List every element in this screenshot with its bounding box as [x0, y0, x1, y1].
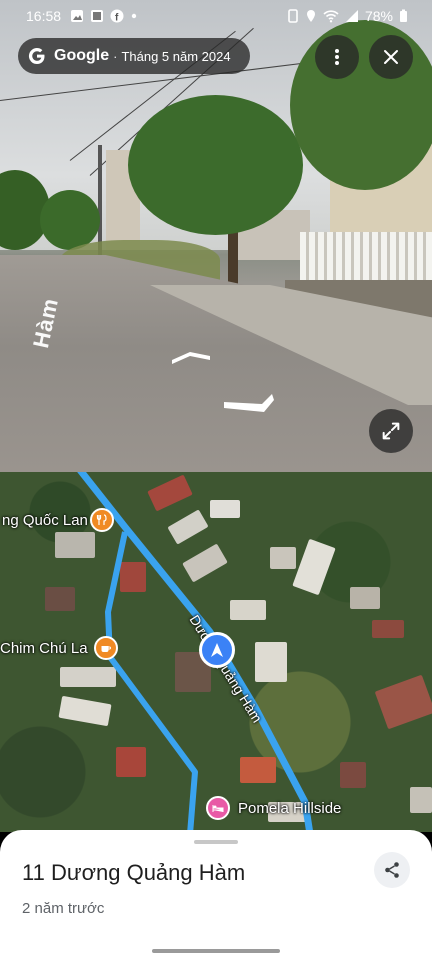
- facebook-icon: f: [110, 9, 124, 23]
- poi-label[interactable]: ng Quốc Lan: [2, 512, 88, 529]
- status-right: 78%: [287, 8, 408, 24]
- signal-icon: [345, 10, 358, 22]
- close-icon: [384, 50, 398, 64]
- place-title: 11 Dương Quảng Hàm: [22, 860, 246, 885]
- dot-icon: [131, 13, 137, 19]
- current-view-pin[interactable]: [199, 632, 235, 668]
- brand-label: Google: [54, 47, 110, 64]
- hotel-poi[interactable]: [206, 796, 230, 820]
- side-street-line: [105, 531, 198, 832]
- separator: ·: [113, 48, 118, 64]
- cafe-poi[interactable]: [94, 636, 118, 660]
- more-vert-icon: [335, 49, 339, 65]
- location-icon: [306, 10, 315, 22]
- utility-pole: [98, 145, 102, 255]
- tree: [128, 95, 303, 235]
- share-icon: [385, 862, 399, 878]
- nav-arrow-forward[interactable]: [170, 350, 212, 364]
- google-logo-icon: [28, 47, 45, 65]
- status-bar: 16:58 f 78%: [0, 0, 432, 32]
- more-options-button[interactable]: [315, 35, 359, 79]
- poi-label[interactable]: Pomela Hillside: [238, 800, 341, 817]
- notification-icons: f: [70, 9, 138, 23]
- image-icon: [71, 10, 83, 22]
- satellite-map[interactable]: ng Quốc Lan Chim Chú La Dương Quảng Hàm …: [0, 472, 432, 832]
- restaurant-poi[interactable]: [90, 508, 114, 532]
- restaurant-icon: [96, 514, 107, 525]
- vibrate-icon: [288, 9, 298, 23]
- imagery-date-pill[interactable]: Google · Tháng 5 năm 2024: [18, 38, 250, 74]
- imagery-date: Tháng 5 năm 2024: [121, 48, 231, 64]
- nav-arrow-back[interactable]: [222, 392, 276, 416]
- capture-age: 2 năm trước: [22, 900, 105, 917]
- bed-icon: [212, 805, 224, 812]
- gallery-icon: [91, 10, 103, 22]
- coffee-icon: [101, 646, 111, 652]
- battery-percent: 78%: [364, 8, 393, 24]
- place-bottom-sheet[interactable]: 11 Dương Quảng Hàm 2 năm trước: [0, 830, 432, 960]
- sheet-drag-handle[interactable]: [194, 840, 238, 844]
- battery-icon: [400, 9, 407, 22]
- tree: [290, 20, 432, 190]
- wifi-icon: [323, 10, 339, 23]
- expand-icon: [382, 422, 400, 440]
- gesture-navigation-bar[interactable]: [152, 949, 280, 953]
- expand-button[interactable]: [369, 409, 413, 453]
- direction-arrow-icon: [211, 643, 223, 657]
- poi-label[interactable]: Chim Chú La: [0, 640, 88, 657]
- tree: [40, 190, 100, 250]
- share-button[interactable]: [374, 852, 410, 888]
- status-time: 16:58: [26, 8, 62, 24]
- close-button[interactable]: [369, 35, 413, 79]
